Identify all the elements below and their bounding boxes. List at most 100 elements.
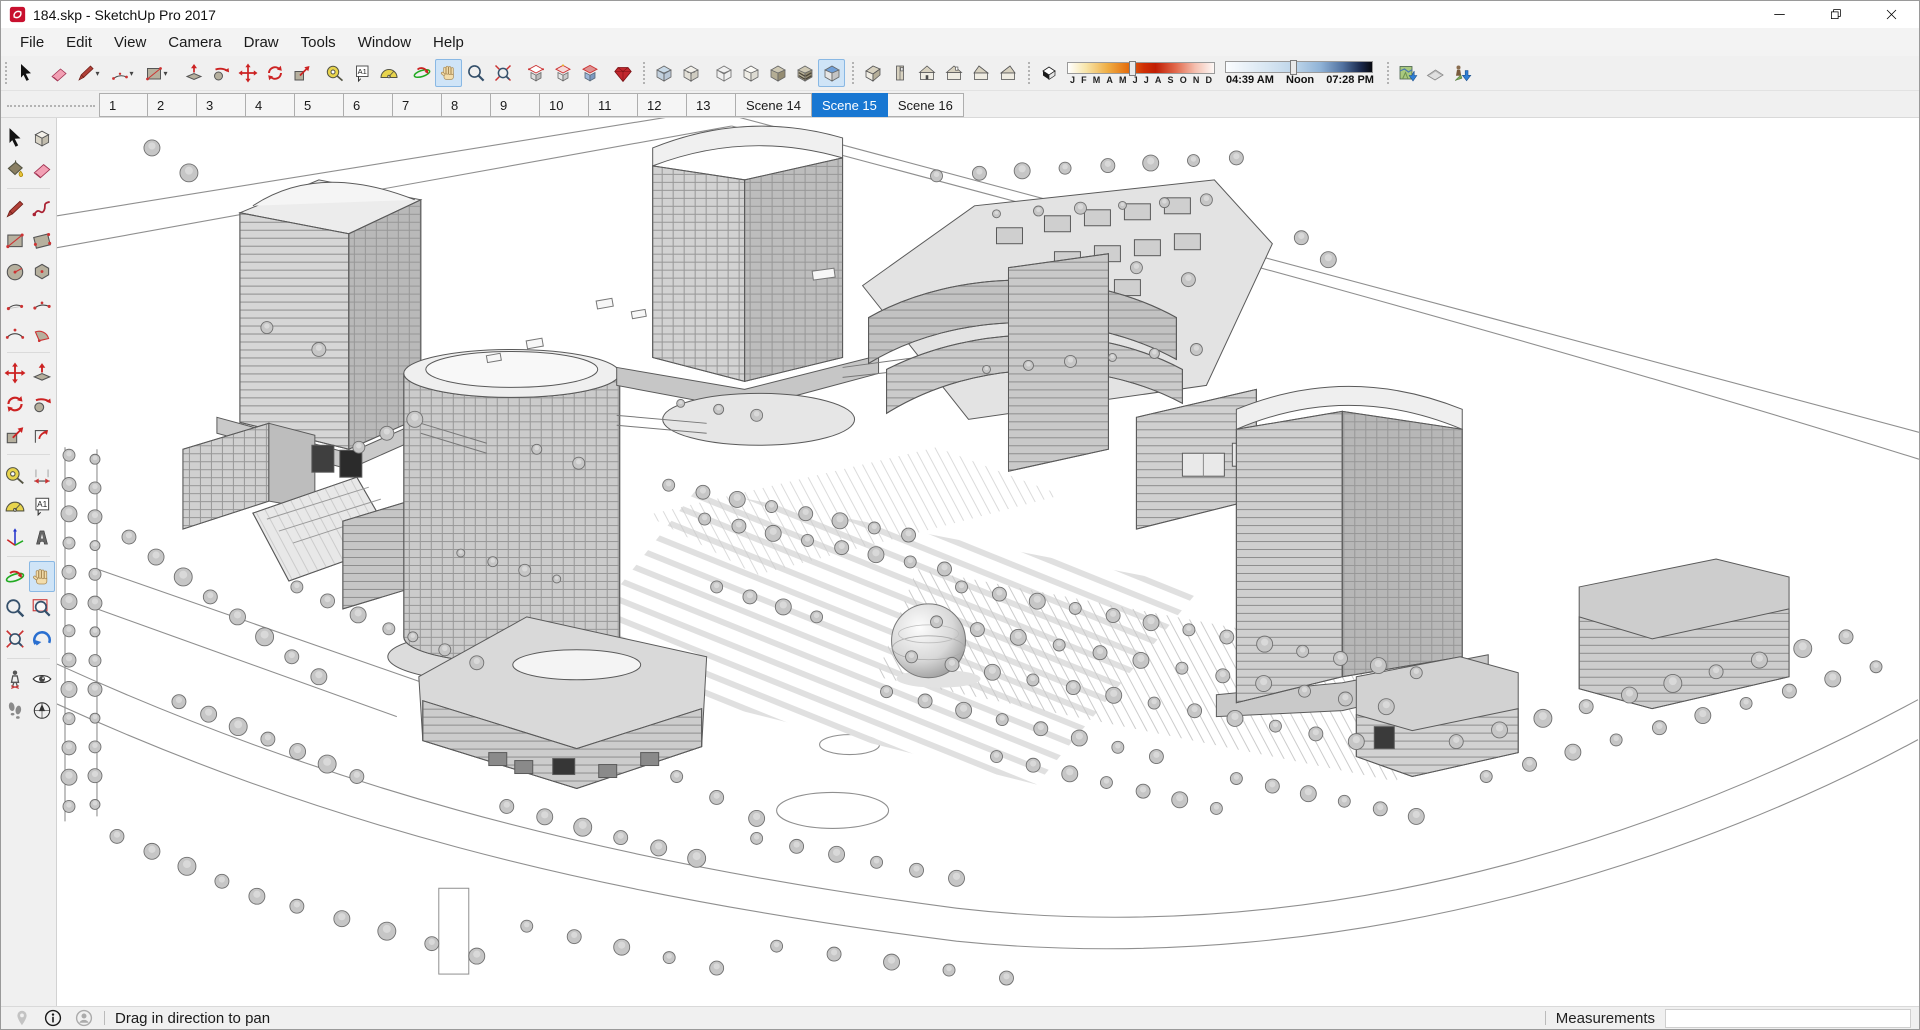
dropdown-arrow-icon[interactable]: ▾ bbox=[164, 69, 171, 78]
rectangle-tool[interactable] bbox=[2, 224, 28, 255]
move-tool-button[interactable] bbox=[234, 59, 261, 87]
back-edges-style-button[interactable] bbox=[677, 59, 704, 87]
geolocation-status-icon[interactable] bbox=[12, 1008, 32, 1028]
xray-style-button[interactable] bbox=[650, 59, 677, 87]
scene-tabs-grip[interactable] bbox=[7, 105, 95, 107]
pan-tool-button[interactable] bbox=[435, 59, 462, 87]
rotate-tool-button[interactable] bbox=[261, 59, 288, 87]
dropdown-arrow-icon[interactable]: ▾ bbox=[96, 69, 103, 78]
tape-measure-button[interactable] bbox=[321, 59, 348, 87]
axes-tool[interactable] bbox=[2, 521, 28, 552]
text-tool[interactable]: A1 bbox=[29, 490, 55, 521]
menu-edit[interactable]: Edit bbox=[55, 31, 103, 54]
scene-tab-scene-15[interactable]: Scene 15 bbox=[811, 93, 888, 117]
iso-view-button[interactable] bbox=[859, 59, 886, 87]
scene-tab-scene-14[interactable]: Scene 14 bbox=[736, 93, 812, 117]
credits-info-icon[interactable] bbox=[43, 1008, 63, 1028]
eraser-tool[interactable] bbox=[29, 153, 55, 184]
move-tool[interactable] bbox=[2, 357, 28, 388]
scene-tab-7[interactable]: 7 bbox=[393, 93, 442, 117]
monochrome-style-button[interactable] bbox=[818, 59, 845, 87]
ruby-console-button[interactable] bbox=[609, 59, 636, 87]
photo-textures-button[interactable] bbox=[1448, 59, 1475, 87]
tape-measure-tool[interactable] bbox=[2, 459, 28, 490]
left-view-button[interactable] bbox=[967, 59, 994, 87]
zoom-tool-button[interactable] bbox=[462, 59, 489, 87]
arc-tool[interactable] bbox=[2, 286, 28, 317]
scene-tab-10[interactable]: 10 bbox=[540, 93, 589, 117]
pie-tool[interactable] bbox=[29, 317, 55, 348]
scene-tab-3[interactable]: 3 bbox=[197, 93, 246, 117]
measurements-input[interactable] bbox=[1665, 1008, 1911, 1028]
make-component-tool[interactable] bbox=[29, 122, 55, 153]
walk-tool[interactable] bbox=[2, 694, 28, 725]
paint-bucket-tool[interactable] bbox=[2, 153, 28, 184]
pushpull-tool[interactable] bbox=[29, 357, 55, 388]
display-section-cuts-button[interactable] bbox=[576, 59, 603, 87]
followme-tool[interactable] bbox=[29, 388, 55, 419]
position-camera-tool[interactable] bbox=[2, 663, 28, 694]
previous-view-tool[interactable] bbox=[29, 623, 55, 654]
minimize-button[interactable] bbox=[1751, 1, 1807, 28]
scene-tab-8[interactable]: 8 bbox=[442, 93, 491, 117]
menu-camera[interactable]: Camera bbox=[157, 31, 232, 54]
scene-tab-2[interactable]: 2 bbox=[148, 93, 197, 117]
model-viewport[interactable] bbox=[57, 118, 1919, 1006]
menu-help[interactable]: Help bbox=[422, 31, 475, 54]
text-tool-button[interactable]: A1 bbox=[348, 59, 375, 87]
offset-tool[interactable] bbox=[29, 419, 55, 450]
look-around-tool[interactable] bbox=[29, 663, 55, 694]
select-tool-button[interactable] bbox=[12, 59, 39, 87]
scene-tab-9[interactable]: 9 bbox=[491, 93, 540, 117]
shadow-settings-button[interactable] bbox=[1035, 59, 1062, 87]
time-slider-handle[interactable] bbox=[1290, 59, 1298, 75]
restore-button[interactable] bbox=[1807, 1, 1863, 28]
rotated-rectangle-tool[interactable] bbox=[29, 224, 55, 255]
wireframe-style-button[interactable] bbox=[710, 59, 737, 87]
protractor-tool-button[interactable] bbox=[375, 59, 402, 87]
freehand-tool[interactable] bbox=[29, 193, 55, 224]
scene-tab-scene-16[interactable]: Scene 16 bbox=[887, 93, 964, 117]
shaded-style-button[interactable] bbox=[764, 59, 791, 87]
zoom-extents-tool[interactable] bbox=[2, 623, 28, 654]
two-point-arc-tool[interactable] bbox=[29, 286, 55, 317]
scene-tab-4[interactable]: 4 bbox=[246, 93, 295, 117]
orbit-tool-button[interactable] bbox=[408, 59, 435, 87]
zoom-tool[interactable] bbox=[2, 592, 28, 623]
line-tool-button[interactable]: ▾ bbox=[72, 59, 106, 87]
viewport-3d-model[interactable] bbox=[57, 118, 1919, 1006]
scene-tab-1[interactable]: 1 bbox=[99, 93, 148, 117]
pan-tool[interactable] bbox=[29, 561, 55, 592]
orbit-tool[interactable] bbox=[2, 561, 28, 592]
scale-tool[interactable] bbox=[2, 419, 28, 450]
top-view-button[interactable] bbox=[886, 59, 913, 87]
shadow-month-slider[interactable]: JFMAMJJASOND bbox=[1067, 60, 1215, 85]
hidden-line-style-button[interactable] bbox=[737, 59, 764, 87]
section-plane-button[interactable] bbox=[522, 59, 549, 87]
protractor-tool[interactable] bbox=[2, 490, 28, 521]
rotate-tool[interactable] bbox=[2, 388, 28, 419]
three-point-arc-tool[interactable] bbox=[2, 317, 28, 348]
line-tool[interactable] bbox=[2, 193, 28, 224]
toggle-terrain-button[interactable] bbox=[1421, 59, 1448, 87]
back-view-button[interactable] bbox=[940, 59, 967, 87]
menu-view[interactable]: View bbox=[103, 31, 157, 54]
right-view-button[interactable] bbox=[994, 59, 1021, 87]
polygon-tool[interactable] bbox=[29, 255, 55, 286]
eraser-tool-button[interactable] bbox=[45, 59, 72, 87]
menu-window[interactable]: Window bbox=[347, 31, 422, 54]
add-location-button[interactable] bbox=[1394, 59, 1421, 87]
scene-tab-6[interactable]: 6 bbox=[344, 93, 393, 117]
zoom-window-tool[interactable] bbox=[29, 592, 55, 623]
rectangle-tool-button[interactable]: ▾ bbox=[140, 59, 174, 87]
menu-file[interactable]: File bbox=[9, 31, 55, 54]
month-slider-handle[interactable] bbox=[1129, 60, 1137, 76]
zoom-extents-button[interactable] bbox=[489, 59, 516, 87]
followme-tool-button[interactable] bbox=[207, 59, 234, 87]
dimension-tool[interactable] bbox=[29, 459, 55, 490]
scene-tab-11[interactable]: 11 bbox=[589, 93, 638, 117]
sign-in-icon[interactable] bbox=[74, 1008, 94, 1028]
pushpull-tool-button[interactable] bbox=[180, 59, 207, 87]
scene-tab-13[interactable]: 13 bbox=[687, 93, 736, 117]
front-view-button[interactable] bbox=[913, 59, 940, 87]
